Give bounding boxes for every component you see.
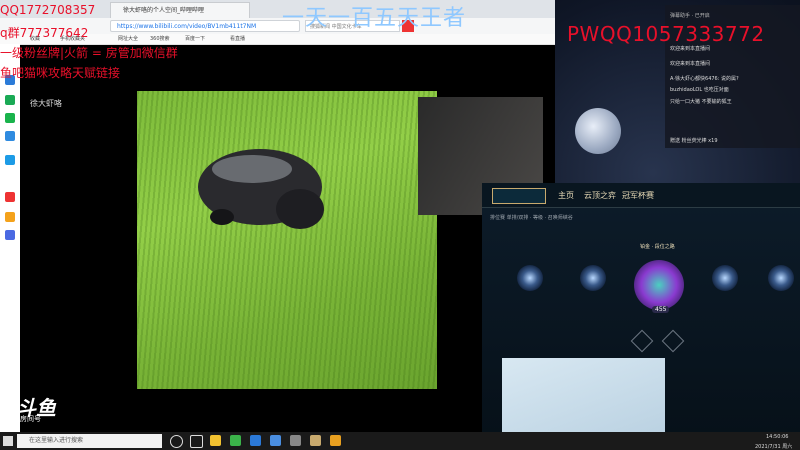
cortana-icon[interactable] — [170, 435, 183, 448]
portal-icon — [712, 265, 738, 291]
streamer-name: 徐大虾咯 — [30, 99, 62, 108]
nav-worlds[interactable]: 冠军杯赛 — [622, 190, 654, 201]
animal-figure — [198, 149, 324, 229]
file-explorer-icon[interactable] — [210, 435, 221, 446]
taskbar-search-input[interactable]: 在这里输入进行搜索 — [17, 434, 162, 448]
browser-tab[interactable]: 徐大虾咯的个人空间_哔哩哔哩 — [110, 2, 250, 18]
lol-breadcrumb: 排位赛 单排/双排 · 等级 · 召唤师峡谷 — [490, 215, 573, 221]
play-button[interactable] — [492, 188, 546, 204]
bookmark-item[interactable]: 看直播 — [230, 35, 245, 42]
overlay-tips: 鱼吧猫咪攻略天赋链接 — [0, 66, 121, 80]
rank-label: 铂金 · 段位之路 — [640, 244, 675, 250]
overlay-qq: QQ1772708357 — [0, 3, 96, 17]
video-player[interactable] — [137, 91, 437, 389]
start-icon[interactable] — [3, 436, 13, 446]
rank-value: 455 — [652, 306, 670, 313]
url-bar[interactable]: https://www.bilibili.com/video/BV1mb411t… — [110, 20, 300, 32]
app-icon[interactable] — [5, 155, 15, 165]
nav-home[interactable]: 主页 — [558, 190, 574, 201]
app-icon[interactable] — [5, 230, 15, 240]
clock-date[interactable]: 2021/7/31 周六 — [755, 443, 792, 450]
clock-time[interactable]: 14:50:06 — [766, 434, 788, 440]
app-icon[interactable] — [5, 131, 15, 141]
rank-emblem-icon — [634, 260, 684, 310]
portal-icon — [517, 265, 543, 291]
nav-tft[interactable]: 云顶之弈 — [584, 190, 616, 201]
lol-icon[interactable] — [310, 435, 321, 446]
app-icon[interactable] — [5, 212, 15, 222]
bookmark-item[interactable]: 百度一下 — [185, 35, 205, 42]
wechat-icon[interactable] — [5, 113, 15, 123]
overlay-fan-badge: 一级粉丝牌|火箭 = 房管加微信群 — [0, 46, 178, 60]
portal-icon — [768, 265, 794, 291]
bookmark-item[interactable]: 360搜索 — [150, 35, 170, 42]
moon-graphic — [575, 108, 621, 154]
task-view-icon[interactable] — [190, 435, 203, 448]
bookmark-item[interactable]: 网址大全 — [118, 35, 138, 42]
overlay-pwqq: PWQQ1057333772 — [567, 22, 765, 46]
edge-icon[interactable] — [250, 435, 261, 446]
portal-icon — [580, 265, 606, 291]
browser-360-icon[interactable] — [230, 435, 241, 446]
app-icon[interactable] — [5, 192, 15, 202]
app-icon[interactable] — [330, 435, 341, 446]
overlay-title: 一天一百五天王者 — [282, 6, 467, 31]
room-label: 房间号 — [20, 415, 41, 423]
app-icon[interactable] — [290, 435, 301, 446]
app-icon[interactable] — [5, 95, 15, 105]
app-icon[interactable] — [270, 435, 281, 446]
overlay-group: q群777377642 — [0, 26, 89, 40]
